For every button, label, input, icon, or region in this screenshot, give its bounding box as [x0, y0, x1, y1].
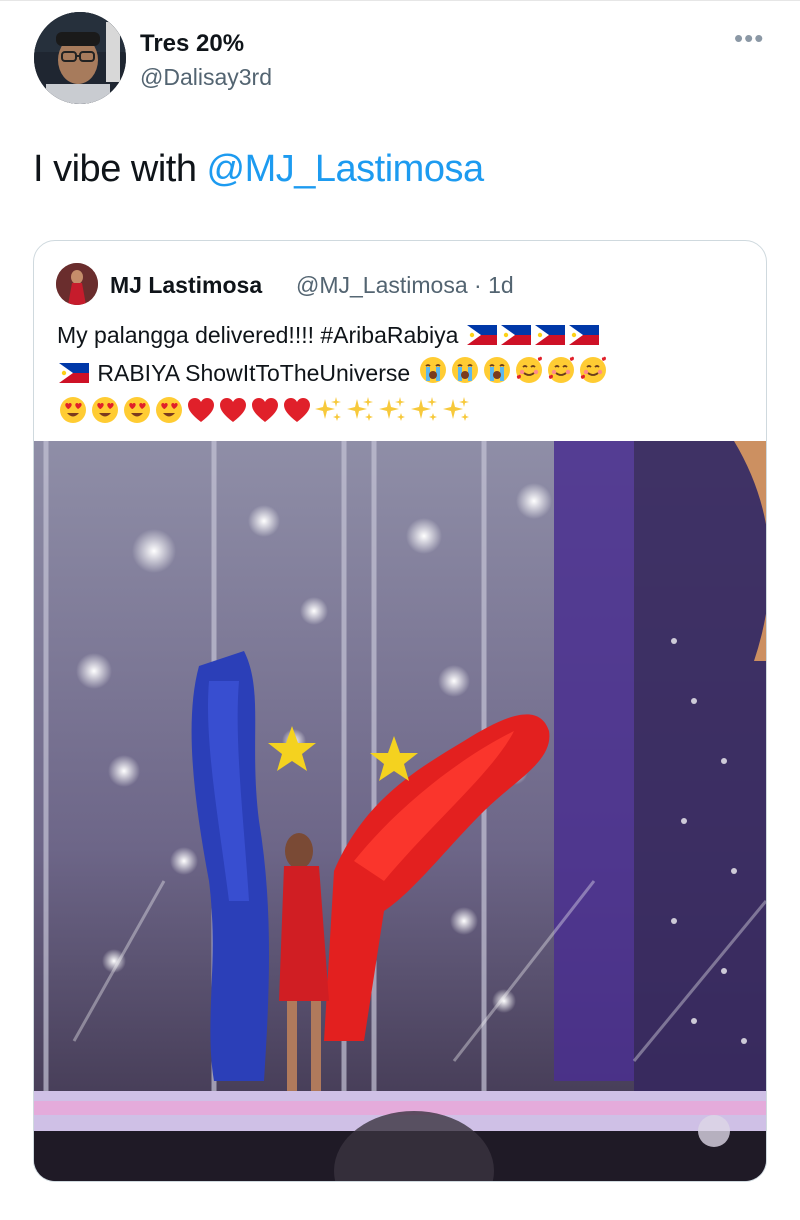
sparkles-icon	[346, 395, 376, 435]
heart-eyes-icon	[58, 395, 88, 435]
smiling-hearts-icon	[578, 355, 608, 395]
loudly-crying-icon	[450, 355, 480, 395]
sparkles-icon	[410, 395, 440, 435]
quoted-tweet[interactable]: MJ Lastimosa @MJ_Lastimosa · 1d My palan…	[33, 240, 767, 1182]
quoted-text-line-1: My palangga delivered!!!! #AribaRabiya	[57, 317, 747, 355]
tweet-text-plain: I vibe with	[33, 148, 207, 190]
philippines-flag-icon	[59, 357, 89, 393]
heart-eyes-icon	[90, 395, 120, 435]
smiling-hearts-icon	[514, 355, 544, 395]
loudly-crying-icon	[418, 355, 448, 395]
author-avatar[interactable]	[34, 12, 126, 104]
loudly-crying-icon	[482, 355, 512, 395]
philippines-flag-icon	[466, 319, 497, 355]
quoted-tweet-text: My palangga delivered!!!! #AribaRabiya R…	[57, 317, 747, 435]
tweet-text: I vibe with @MJ_Lastimosa	[33, 148, 484, 191]
author-handle[interactable]: @Dalisay3rd	[140, 64, 272, 91]
quoted-author-meta[interactable]: @MJ_Lastimosa · 1d	[296, 272, 514, 299]
tweet-mention-link[interactable]: @MJ_Lastimosa	[207, 148, 485, 190]
stage-photo[interactable]	[34, 441, 766, 1181]
ph-flag-single	[57, 360, 91, 386]
quoted-text-line-2-text: RABIYA ShowItToTheUniverse	[97, 360, 411, 386]
tweet[interactable]: Tres 20% @Dalisay3rd ••• I vibe with @MJ…	[0, 0, 800, 1220]
philippines-flag-icon	[534, 319, 565, 355]
sparkles-icon	[378, 395, 408, 435]
quoted-author-avatar[interactable]	[56, 263, 98, 305]
quoted-tweet-age[interactable]: 1d	[488, 272, 514, 298]
philippines-flag-icon	[568, 319, 599, 355]
ph-flag-group	[465, 322, 601, 348]
smiling-hearts-icon	[546, 355, 576, 395]
meta-separator: ·	[467, 272, 489, 298]
quoted-author-handle[interactable]: @MJ_Lastimosa	[296, 272, 468, 298]
more-options-icon[interactable]: •••	[734, 25, 766, 51]
red-heart-icon	[250, 395, 280, 435]
quoted-author-name[interactable]: MJ Lastimosa	[110, 272, 262, 299]
red-heart-icon	[282, 395, 312, 435]
sparkles-icon	[314, 395, 344, 435]
philippines-flag-icon	[500, 319, 531, 355]
heart-eyes-icon	[122, 395, 152, 435]
emoji-group-2	[417, 356, 609, 386]
quoted-text-line-3	[57, 395, 747, 435]
quoted-text-line-2: RABIYA ShowItToTheUniverse	[57, 355, 747, 395]
sparkles-icon	[442, 395, 472, 435]
quoted-text-line-1-text: My palangga delivered!!!! #AribaRabiya	[57, 322, 459, 348]
heart-eyes-icon	[154, 395, 184, 435]
red-heart-icon	[186, 395, 216, 435]
author-display-name[interactable]: Tres 20%	[140, 30, 244, 58]
red-heart-icon	[218, 395, 248, 435]
